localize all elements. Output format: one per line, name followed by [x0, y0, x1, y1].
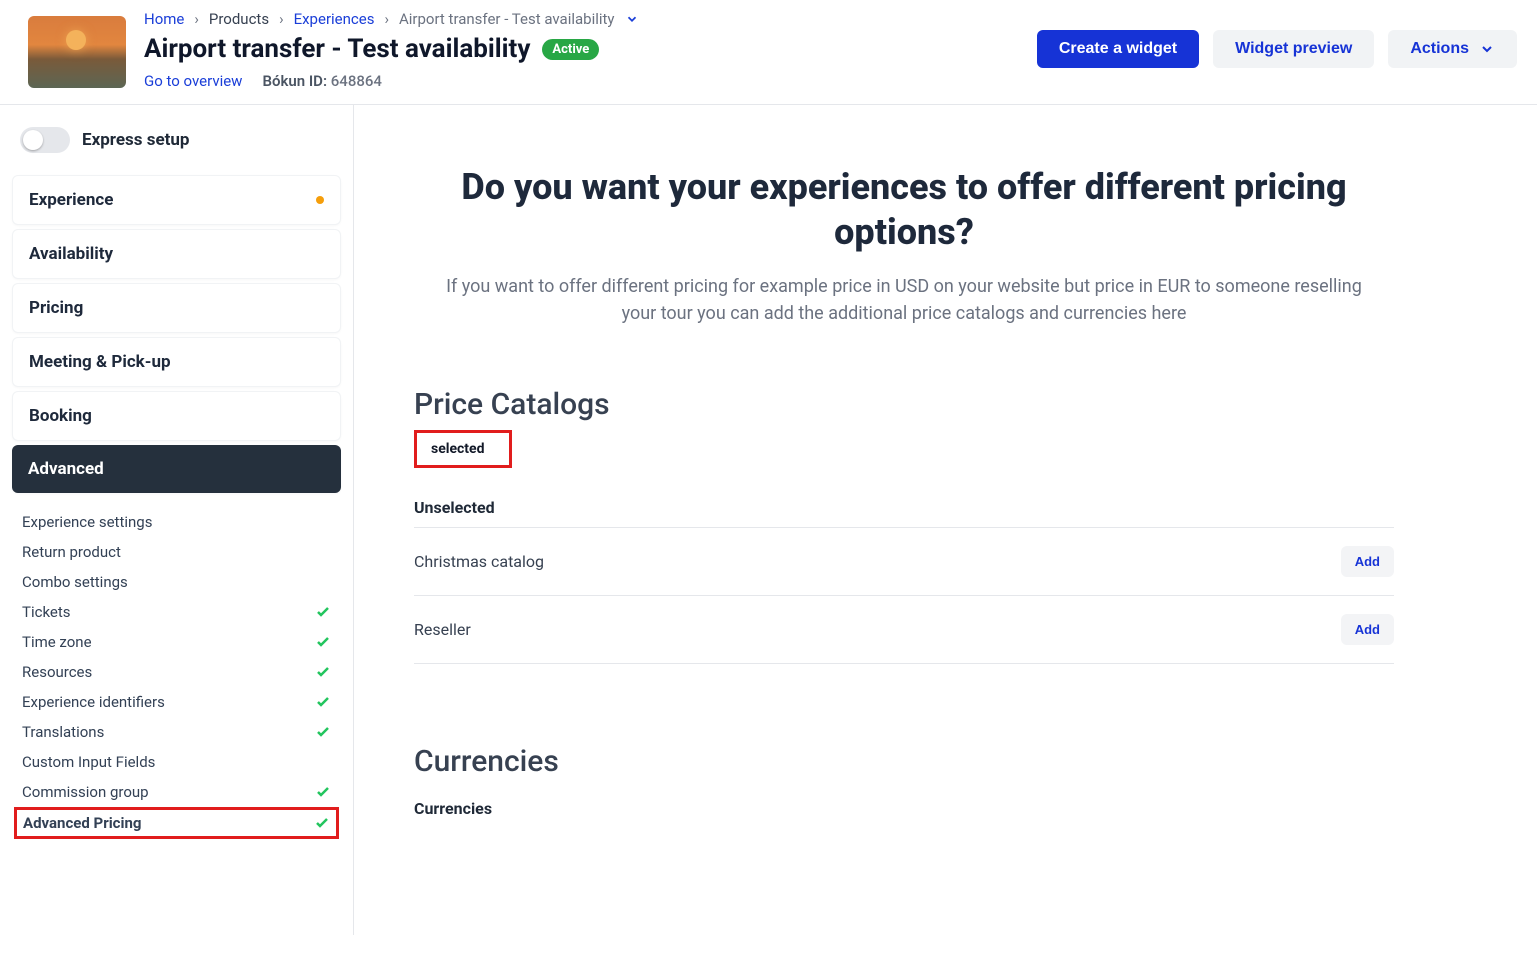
subnav-resources[interactable]: Resources: [20, 657, 333, 687]
breadcrumb-current: Airport transfer - Test availability: [399, 10, 615, 28]
warning-dot-icon: [316, 196, 324, 204]
status-badge: Active: [542, 39, 599, 60]
subnav-label: Experience settings: [22, 513, 152, 531]
chevron-down-icon: [1479, 41, 1495, 57]
subnav-translations[interactable]: Translations: [20, 717, 333, 747]
check-icon: [315, 724, 331, 740]
subnav-commission-group[interactable]: Commission group: [20, 777, 333, 807]
nav-availability[interactable]: Availability: [12, 229, 341, 279]
subnav-time-zone[interactable]: Time zone: [20, 627, 333, 657]
sidebar: Express setup Experience Availability Pr…: [0, 105, 354, 935]
selected-label-box: selected: [414, 430, 512, 468]
breadcrumb-home[interactable]: Home: [144, 10, 184, 28]
add-catalog-button[interactable]: Add: [1341, 546, 1394, 577]
price-catalogs-heading: Price Catalogs: [414, 387, 1394, 422]
widget-preview-button[interactable]: Widget preview: [1213, 30, 1374, 68]
subnav-tickets[interactable]: Tickets: [20, 597, 333, 627]
check-icon: [315, 664, 331, 680]
subnav-experience-settings[interactable]: Experience settings: [20, 507, 333, 537]
subnav-label: Experience identifiers: [22, 693, 165, 711]
nav-advanced[interactable]: Advanced: [12, 445, 341, 493]
actions-dropdown-button[interactable]: Actions: [1388, 30, 1517, 68]
subnav-label: Translations: [22, 723, 104, 741]
check-icon: [315, 784, 331, 800]
subnav-return-product[interactable]: Return product: [20, 537, 333, 567]
add-catalog-button[interactable]: Add: [1341, 614, 1394, 645]
layout: Express setup Experience Availability Pr…: [0, 105, 1537, 935]
subnav-label: Custom Input Fields: [22, 753, 155, 771]
subnav-label: Time zone: [22, 633, 92, 651]
express-setup-toggle[interactable]: [20, 127, 70, 153]
check-icon: [315, 694, 331, 710]
bokun-id-value: 648864: [331, 72, 382, 90]
bokun-id-label: Bókun ID:: [262, 72, 327, 90]
breadcrumb-separator: ›: [279, 10, 284, 28]
catalog-row: Reseller Add: [414, 596, 1394, 664]
header-info: Home › Products › Experiences › Airport …: [144, 10, 639, 90]
express-setup-row: Express setup: [12, 123, 341, 157]
main-subtitle: If you want to offer different pricing f…: [444, 273, 1364, 327]
subnav-label: Commission group: [22, 783, 149, 801]
breadcrumb-experiences[interactable]: Experiences: [294, 10, 375, 28]
unselected-heading: Unselected: [414, 498, 1394, 517]
currencies-label: Currencies: [414, 799, 1394, 818]
actions-label: Actions: [1410, 40, 1469, 58]
nav-label: Booking: [29, 406, 92, 426]
express-setup-label: Express setup: [82, 130, 189, 150]
subnav-custom-input-fields[interactable]: Custom Input Fields: [20, 747, 333, 777]
catalog-name: Reseller: [414, 620, 471, 639]
subnav-experience-identifiers[interactable]: Experience identifiers: [20, 687, 333, 717]
nav-experience[interactable]: Experience: [12, 175, 341, 225]
catalog-name: Christmas catalog: [414, 552, 544, 571]
product-thumbnail: [28, 16, 126, 88]
nav-label: Availability: [29, 244, 113, 264]
nav-booking[interactable]: Booking: [12, 391, 341, 441]
advanced-subnav: Experience settings Return product Combo…: [12, 497, 341, 839]
breadcrumb-separator: ›: [384, 10, 389, 28]
check-icon: [315, 634, 331, 650]
subnav-label: Resources: [22, 663, 92, 681]
subnav-label: Combo settings: [22, 573, 128, 591]
breadcrumb-separator: ›: [194, 10, 199, 28]
subnav-advanced-pricing[interactable]: Advanced Pricing: [14, 807, 339, 839]
subnav-label: Advanced Pricing: [23, 814, 141, 832]
page-title: Airport transfer - Test availability: [144, 34, 530, 64]
nav-label: Pricing: [29, 298, 83, 318]
meta-row: Go to overview Bókun ID: 648864: [144, 72, 639, 90]
check-icon: [314, 815, 330, 831]
overview-link[interactable]: Go to overview: [144, 72, 242, 90]
nav-pricing[interactable]: Pricing: [12, 283, 341, 333]
breadcrumb-products[interactable]: Products: [209, 10, 269, 28]
check-icon: [315, 604, 331, 620]
main-content: Do you want your experiences to offer di…: [354, 105, 1454, 935]
main-heading: Do you want your experiences to offer di…: [414, 165, 1394, 255]
nav-meeting-pickup[interactable]: Meeting & Pick-up: [12, 337, 341, 387]
page-header: Home › Products › Experiences › Airport …: [0, 0, 1537, 105]
catalog-row: Christmas catalog Add: [414, 528, 1394, 596]
currencies-heading: Currencies: [414, 744, 1394, 779]
nav-label: Advanced: [28, 459, 104, 479]
header-actions: Create a widget Widget preview Actions: [1037, 10, 1517, 68]
nav-label: Experience: [29, 190, 113, 210]
subnav-combo-settings[interactable]: Combo settings: [20, 567, 333, 597]
chevron-down-icon[interactable]: [625, 12, 639, 26]
title-row: Airport transfer - Test availability Act…: [144, 34, 639, 64]
subnav-label: Return product: [22, 543, 121, 561]
breadcrumb: Home › Products › Experiences › Airport …: [144, 10, 639, 28]
nav-label: Meeting & Pick-up: [29, 352, 171, 372]
subnav-label: Tickets: [22, 603, 71, 621]
create-widget-button[interactable]: Create a widget: [1037, 30, 1199, 68]
